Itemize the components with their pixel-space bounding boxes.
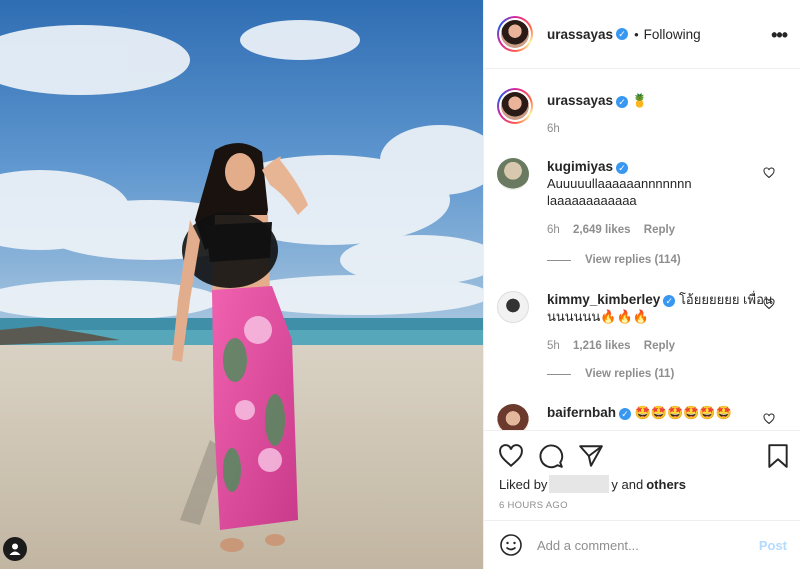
reply-button[interactable]: Reply — [644, 340, 675, 352]
beach-photo — [0, 0, 483, 569]
commenter-avatar[interactable] — [497, 404, 529, 430]
view-replies-button[interactable]: View replies (114) — [547, 254, 681, 266]
commenter-avatar[interactable] — [497, 158, 529, 190]
liked-by-suffix: y and — [611, 476, 644, 492]
caption-avatar[interactable] — [497, 88, 533, 124]
comment-item: kimmy_kimberley ✓ โอ้ยยยยยย เพื่อนนนนนนน🔥… — [497, 291, 777, 355]
verified-badge-icon: ✓ — [619, 407, 632, 420]
liked-by: Liked by y and others — [499, 475, 686, 493]
reply-button[interactable]: Reply — [644, 224, 675, 236]
author-username[interactable]: urassayas — [547, 27, 613, 42]
caption-username[interactable]: urassayas — [547, 93, 613, 108]
author-avatar[interactable] — [497, 16, 533, 52]
verified-badge-icon: ✓ — [616, 161, 629, 174]
post-header: urassayas ✓ • Following ••• — [484, 0, 800, 69]
verified-badge-icon: ✓ — [616, 95, 629, 108]
liked-by-others[interactable]: others — [646, 477, 686, 492]
comment-item: kugimiyas ✓ Auuuuullaaaaaannnnnnn laaaaaa… — [497, 158, 777, 239]
comment-text: 🤩🤩🤩🤩🤩🤩 — [634, 405, 732, 420]
tagged-user-button[interactable] — [3, 537, 27, 561]
verified-badge-icon: ✓ — [663, 294, 676, 307]
comment-text: Auuuuullaaaaaannnnnnn laaaaaaaaaaaa — [547, 176, 692, 208]
post-actions: Liked by y and others 6 HOURS AGO — [484, 430, 800, 518]
comment-item: baifernbah ✓ 🤩🤩🤩🤩🤩🤩 — [497, 404, 777, 430]
action-icons — [498, 443, 604, 469]
caption: urassayas ✓ 🍍 6h — [497, 88, 777, 138]
liked-by-prefix: Liked by — [499, 476, 548, 492]
redacted-username — [549, 475, 610, 493]
comments-list[interactable]: urassayas ✓ 🍍 6h kugimiyas ✓ Auuuuullaaaaa… — [484, 70, 800, 430]
comment-like-icon[interactable] — [763, 298, 775, 310]
emoji-icon[interactable] — [499, 533, 523, 557]
heart-icon[interactable] — [498, 443, 524, 469]
post-photo[interactable] — [0, 0, 483, 569]
caption-time: 6h — [547, 123, 560, 135]
comment-username[interactable]: baifernbah — [547, 405, 616, 420]
comment-input[interactable] — [537, 537, 737, 553]
comment-likes[interactable]: 2,649 likes — [573, 224, 631, 236]
commenter-avatar[interactable] — [497, 291, 529, 323]
verified-badge-icon: ✓ — [616, 28, 629, 40]
post-timestamp: 6 HOURS AGO — [499, 500, 568, 511]
share-icon[interactable] — [578, 443, 604, 469]
person-icon — [9, 543, 21, 555]
post-button[interactable]: Post — [759, 538, 787, 553]
comment-username[interactable]: kimmy_kimberley — [547, 292, 660, 307]
comment-likes[interactable]: 1,216 likes — [573, 340, 631, 352]
view-replies-button[interactable]: View replies (11) — [547, 368, 674, 380]
comment-icon[interactable] — [538, 443, 564, 469]
separator: • — [634, 26, 639, 42]
more-options-icon[interactable]: ••• — [771, 25, 788, 46]
bookmark-icon[interactable] — [765, 443, 791, 469]
comment-username[interactable]: kugimiyas — [547, 159, 613, 174]
caption-text: 🍍 — [631, 93, 648, 108]
comment-like-icon[interactable] — [763, 413, 775, 425]
add-comment-bar: Post — [484, 520, 800, 569]
comment-like-icon[interactable] — [763, 167, 775, 179]
comment-meta: 6h 2,649 likes Reply — [547, 222, 777, 239]
comment-time: 6h — [547, 224, 560, 236]
comment-meta: 5h 1,216 likes Reply — [547, 338, 777, 355]
post-side-panel: urassayas ✓ • Following ••• urassayas ✓ 🍍… — [483, 0, 800, 569]
comment-time: 5h — [547, 340, 560, 352]
following-button[interactable]: Following — [644, 27, 701, 42]
